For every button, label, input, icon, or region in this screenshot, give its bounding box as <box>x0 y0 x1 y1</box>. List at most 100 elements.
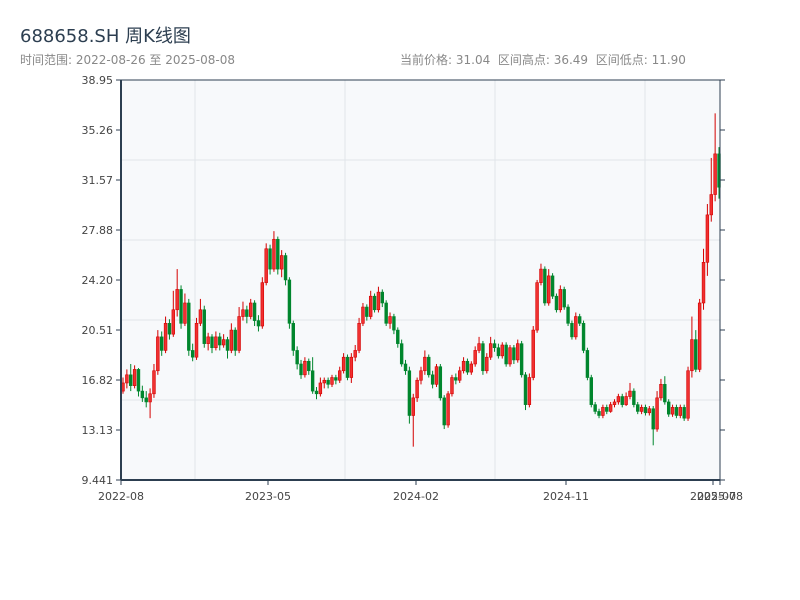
candle-down <box>295 350 299 365</box>
candle-up <box>330 377 334 385</box>
candle-down <box>523 374 528 405</box>
y-tick-label: 13.13 <box>82 424 114 437</box>
candle-down <box>396 329 400 344</box>
candle-up <box>194 323 199 358</box>
candle-up <box>488 343 493 358</box>
candle-down <box>314 390 319 395</box>
x-tick-label: 2025-08 <box>697 490 743 503</box>
candle-down <box>167 323 172 335</box>
candle-up <box>156 336 160 372</box>
candle-up <box>132 369 137 386</box>
candle-up <box>198 309 203 324</box>
y-tick-label: 27.88 <box>82 224 114 237</box>
candle-up <box>655 397 659 430</box>
candle-up <box>175 289 179 311</box>
candle-up <box>461 360 466 372</box>
candle-down <box>365 306 369 317</box>
candle-down <box>399 343 404 365</box>
candle-down <box>430 374 435 385</box>
candle-up <box>616 396 621 403</box>
candle-up <box>705 214 710 263</box>
candle-down <box>589 377 593 405</box>
candle-down <box>562 289 566 308</box>
candle-down <box>326 379 330 385</box>
candle-up <box>458 370 462 381</box>
candle-up <box>272 238 276 270</box>
candle-down <box>438 366 443 399</box>
candle-up <box>121 382 125 392</box>
candle-up <box>485 356 489 372</box>
y-tick-label: 31.57 <box>82 174 114 187</box>
candle-down <box>694 339 698 370</box>
candle-down <box>334 377 338 381</box>
y-tick-label: 20.51 <box>82 324 114 337</box>
candle-down <box>581 323 586 351</box>
candle-up <box>446 393 450 426</box>
candle-up <box>690 339 694 372</box>
candle-down <box>682 407 686 419</box>
candle-up <box>237 316 241 351</box>
candle-up <box>322 379 326 384</box>
y-tick-label: 24.20 <box>82 274 114 287</box>
candle-down <box>307 360 311 372</box>
candle-up <box>527 377 532 405</box>
candle-down <box>252 302 257 321</box>
candle-up <box>206 336 210 344</box>
x-tick-label: 2023-05 <box>245 490 291 503</box>
candle-up <box>357 323 361 351</box>
plot-background <box>121 80 720 480</box>
candle-up <box>608 404 613 412</box>
candle-up <box>423 356 427 372</box>
candle-up <box>229 329 234 351</box>
candle-up <box>241 309 245 317</box>
candle-up <box>508 347 512 365</box>
candle-down <box>268 248 272 270</box>
y-tick-label: 9.441 <box>82 474 114 487</box>
candle-down <box>287 279 292 324</box>
candle-up <box>341 356 346 372</box>
candle-down <box>283 255 288 281</box>
candle-down <box>454 377 458 381</box>
candle-down <box>651 408 655 430</box>
candle-up <box>260 282 265 327</box>
candle-up <box>353 350 357 358</box>
candle-up <box>361 306 365 324</box>
candle-up <box>152 370 156 395</box>
candle-down <box>372 295 377 311</box>
candle-down <box>345 356 350 378</box>
candle-down <box>465 360 470 373</box>
candle-down <box>218 336 222 346</box>
candle-up <box>531 329 535 378</box>
candle-up <box>214 336 218 349</box>
candle-up <box>376 291 381 311</box>
candle-up <box>516 343 520 361</box>
candle-up <box>349 356 354 378</box>
candle-down <box>129 374 133 386</box>
candle-down <box>512 347 516 361</box>
candle-down <box>605 407 609 412</box>
x-tick-label: 2022-08 <box>98 490 144 503</box>
candle-up <box>221 339 226 346</box>
candle-down <box>636 404 640 412</box>
candle-up <box>624 396 628 405</box>
candle-down <box>380 291 384 304</box>
candle-down <box>384 302 388 324</box>
candle-up <box>411 397 415 416</box>
candle-down <box>190 350 195 358</box>
candle-up <box>279 255 284 270</box>
candle-down <box>632 390 636 405</box>
candle-down <box>519 343 524 376</box>
candle-down <box>543 268 547 304</box>
candle-down <box>160 336 164 351</box>
candle-up <box>450 377 454 395</box>
candle-up <box>318 382 323 395</box>
candle-down <box>392 316 396 331</box>
candle-up <box>249 302 253 317</box>
candle-down <box>210 336 214 349</box>
candle-down <box>136 369 141 392</box>
candle-down <box>403 363 408 372</box>
candle-up <box>477 343 481 351</box>
candlestick-chart: 9.441 13.13 16.82 20.51 24.20 27.88 31.57 35.26… <box>82 74 743 503</box>
candle-down <box>570 323 574 338</box>
candle-up <box>163 323 168 351</box>
